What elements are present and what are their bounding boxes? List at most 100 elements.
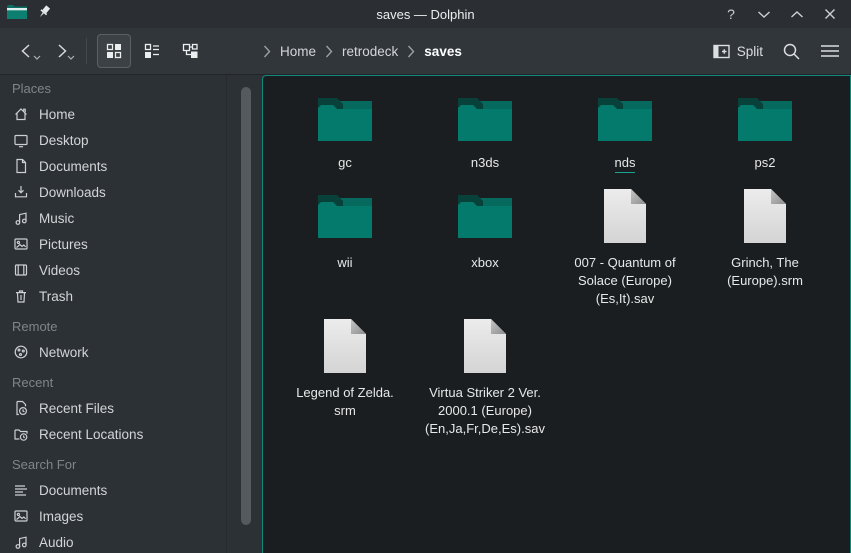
split-button[interactable]: Split — [713, 44, 763, 59]
sidebar-item-label: Desktop — [39, 133, 89, 148]
sidebar-item-label: Home — [39, 107, 75, 122]
folder-icon — [317, 96, 373, 142]
section-header-recent: Recent — [0, 369, 262, 395]
sidebar-item-search-documents[interactable]: Documents — [0, 477, 262, 503]
titlebar[interactable]: saves — Dolphin ? — [0, 0, 851, 28]
sidebar-item-label: Recent Files — [39, 401, 114, 416]
sidebar-item-label: Music — [39, 211, 74, 226]
folder-item-xbox[interactable]: xbox — [415, 184, 555, 308]
sidebar-item-label: Documents — [39, 159, 107, 174]
home-icon — [13, 106, 29, 122]
film-icon — [13, 262, 29, 278]
sidebar-item-network[interactable]: Network — [0, 339, 262, 365]
content-area: Places Home Desktop Documents Downloads … — [0, 75, 851, 553]
back-button[interactable] — [12, 34, 42, 68]
folder-icon — [7, 4, 27, 25]
forward-button[interactable] — [46, 34, 76, 68]
trash-icon — [13, 288, 29, 304]
hamburger-menu-icon[interactable] — [820, 44, 840, 58]
sidebar-item-desktop[interactable]: Desktop — [0, 127, 262, 153]
sidebar-item-recent-locations[interactable]: Recent Locations — [0, 421, 262, 447]
file-item-grinch-the[interactable]: Grinch, The (Europe).srm — [695, 184, 835, 308]
breadcrumb-saves[interactable]: saves — [424, 44, 462, 59]
folder-clock-icon — [13, 426, 29, 442]
details-view-button[interactable] — [135, 34, 169, 68]
file-icon — [463, 318, 507, 374]
folder-item-gc[interactable]: gc — [275, 90, 415, 173]
item-label: gc — [338, 154, 352, 172]
item-label: n3ds — [471, 154, 499, 172]
sidebar-item-recent-files[interactable]: Recent Files — [0, 395, 262, 421]
chevron-right-icon — [325, 45, 333, 58]
places-panel: Places Home Desktop Documents Downloads … — [0, 75, 262, 553]
file-icon — [323, 318, 367, 374]
minimize-button[interactable] — [753, 3, 775, 25]
sidebar-scrollbar[interactable] — [241, 87, 251, 525]
document-icon — [13, 158, 29, 174]
breadcrumb: Home retrodeck saves — [263, 28, 462, 74]
close-button[interactable] — [819, 3, 841, 25]
breadcrumb-home[interactable]: Home — [280, 44, 316, 59]
sidebar-item-music[interactable]: Music — [0, 205, 262, 231]
folder-item-wii[interactable]: wii — [275, 184, 415, 308]
maximize-button[interactable] — [786, 3, 808, 25]
sidebar-item-label: Pictures — [39, 237, 88, 252]
item-label-line: (Europe).srm — [727, 272, 803, 290]
file-clock-icon — [13, 400, 29, 416]
folder-view[interactable]: gc n3ds nds ps2 wii — [262, 75, 851, 553]
item-label-line: (En,Ja,Fr,De,Es).sav — [425, 420, 545, 438]
sidebar-item-label: Audio — [39, 535, 74, 550]
sidebar-item-label: Images — [39, 509, 83, 524]
help-button[interactable]: ? — [720, 3, 742, 25]
folder-item-nds[interactable]: nds — [555, 90, 695, 173]
file-item-007-quantum-of-solace[interactable]: 007 - Quantum of Solace (Europe) (Es,It)… — [555, 184, 695, 308]
forward-history-caret-icon[interactable] — [67, 47, 75, 65]
search-icon[interactable] — [782, 42, 801, 61]
panel-splitter[interactable] — [226, 75, 227, 553]
sidebar-item-label: Network — [39, 345, 89, 360]
toolbar: Home retrodeck saves Split — [0, 28, 851, 75]
item-label-line: Solace (Europe) — [574, 272, 675, 290]
item-label: wii — [337, 254, 352, 272]
dolphin-window: saves — Dolphin ? — [0, 0, 851, 553]
sidebar-item-documents[interactable]: Documents — [0, 153, 262, 179]
item-label-line: 007 - Quantum of — [574, 254, 675, 272]
folder-icon — [317, 193, 373, 239]
item-label-line: srm — [296, 402, 394, 420]
chevron-right-icon[interactable] — [263, 45, 271, 58]
folder-icon — [597, 96, 653, 142]
folder-item-ps2[interactable]: ps2 — [695, 90, 835, 173]
sidebar-item-search-audio[interactable]: Audio — [0, 529, 262, 553]
sidebar-item-search-images[interactable]: Images — [0, 503, 262, 529]
item-label-line: (Es,It).sav — [574, 290, 675, 308]
pin-icon — [36, 4, 52, 25]
folder-item-n3ds[interactable]: n3ds — [415, 90, 555, 173]
sidebar-item-videos[interactable]: Videos — [0, 257, 262, 283]
item-label-line: 2000.1 (Europe) — [425, 402, 545, 420]
tree-view-button[interactable] — [173, 34, 207, 68]
file-item-legend-of-zelda[interactable]: Legend of Zelda. srm — [275, 314, 415, 438]
sidebar-item-label: Videos — [39, 263, 80, 278]
sidebar-item-pictures[interactable]: Pictures — [0, 231, 262, 257]
image-icon — [13, 236, 29, 252]
desktop-icon — [13, 132, 29, 148]
file-item-virtua-striker-2[interactable]: Virtua Striker 2 Ver. 2000.1 (Europe) (E… — [415, 314, 555, 438]
sidebar-item-label: Downloads — [39, 185, 106, 200]
image-icon — [13, 508, 29, 524]
file-icon — [603, 188, 647, 244]
section-header-remote: Remote — [0, 313, 262, 339]
sidebar-item-trash[interactable]: Trash — [0, 283, 262, 309]
breadcrumb-retrodeck[interactable]: retrodeck — [342, 44, 398, 59]
sidebar-item-downloads[interactable]: Downloads — [0, 179, 262, 205]
back-history-caret-icon[interactable] — [33, 47, 41, 65]
sidebar-item-label: Trash — [39, 289, 73, 304]
toolbar-separator — [86, 38, 87, 64]
split-label: Split — [737, 44, 763, 59]
icons-view-button[interactable] — [97, 34, 131, 68]
item-label-line: Virtua Striker 2 Ver. — [425, 384, 545, 402]
sidebar-item-home[interactable]: Home — [0, 101, 262, 127]
file-icon — [743, 188, 787, 244]
text-lines-icon — [13, 482, 29, 498]
folder-icon — [457, 96, 513, 142]
chevron-right-icon — [407, 45, 415, 58]
